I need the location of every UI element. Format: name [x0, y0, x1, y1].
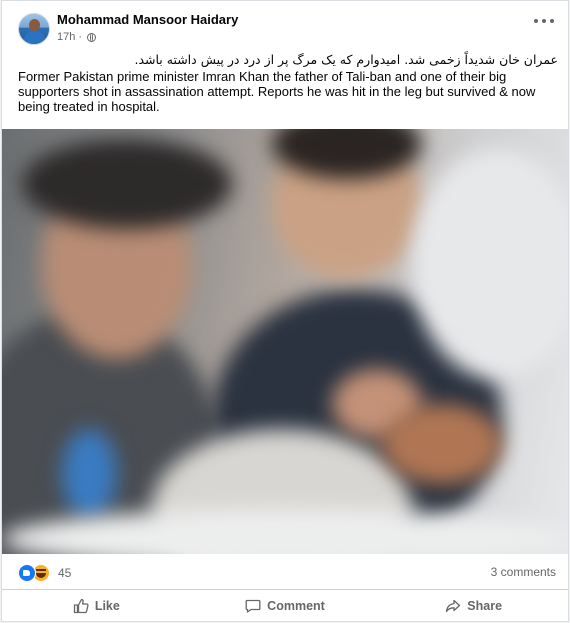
comments-count[interactable]: 3 comments — [491, 565, 556, 579]
post-time[interactable]: 17h — [57, 31, 75, 43]
thumbs-up-icon — [73, 598, 89, 614]
comment-label: Comment — [267, 599, 325, 613]
share-label: Share — [467, 599, 503, 613]
like-reaction-icon — [18, 564, 36, 582]
globe-icon — [87, 32, 97, 42]
share-button[interactable]: Share — [379, 590, 568, 622]
post-text-persian: عمران خان شدیداً زخمی شد. امیدوارم که یک… — [134, 52, 558, 67]
share-icon — [446, 599, 461, 613]
comment-icon — [245, 599, 261, 613]
like-label: Like — [94, 599, 120, 613]
comment-button[interactable]: Comment — [191, 590, 380, 622]
post-text: عمران خان شدیداً زخمی شد. امیدوارم که یک… — [18, 52, 558, 114]
post-meta: 17h · — [57, 31, 97, 43]
author-name[interactable]: Mohammad Mansoor Haidary — [57, 12, 238, 27]
post-actions: Like Comment Share — [2, 590, 568, 622]
reaction-count: 45 — [58, 566, 72, 580]
more-options-icon[interactable] — [534, 19, 554, 25]
avatar[interactable] — [18, 13, 50, 45]
like-button[interactable]: Like — [2, 590, 191, 622]
post-card: Mohammad Mansoor Haidary 17h · عمران خان… — [1, 0, 569, 622]
post-text-english: Former Pakistan prime minister Imran Kha… — [18, 69, 536, 114]
post-header: Mohammad Mansoor Haidary 17h · — [2, 1, 568, 49]
post-stats: 45 3 comments — [2, 554, 568, 590]
post-photo[interactable] — [2, 129, 568, 554]
reactions-summary[interactable]: 45 — [18, 564, 71, 582]
